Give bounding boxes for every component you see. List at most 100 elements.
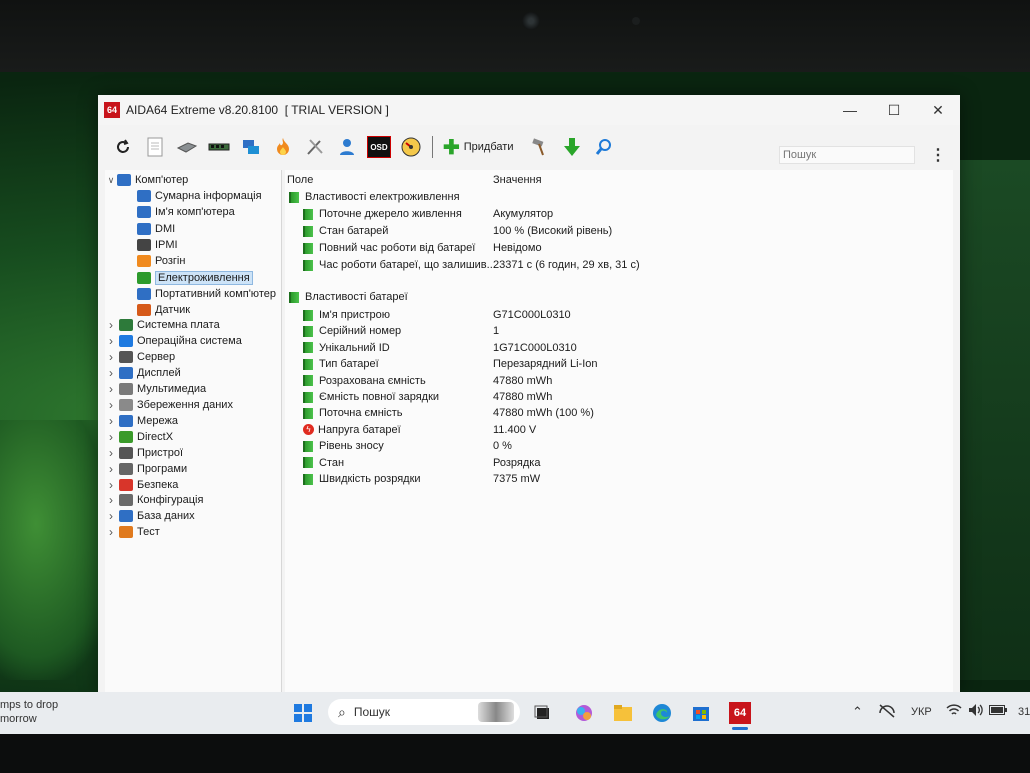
tree-label: DirectX	[137, 430, 174, 443]
chevron-right-icon[interactable]: ›	[105, 509, 117, 523]
property-row[interactable]: Поточне джерело живлення	[303, 206, 462, 222]
tree-item[interactable]: › Збереження даних	[105, 397, 233, 413]
maximize-button[interactable]: ☐	[872, 95, 916, 125]
property-row[interactable]: Стан батарей	[303, 223, 388, 239]
taskbar-search[interactable]: ⌕ Пошук	[328, 699, 520, 725]
tree-item-computer[interactable]: ∨ Комп'ютер	[105, 172, 188, 188]
chevron-right-icon[interactable]: ›	[105, 334, 117, 348]
battery-icon[interactable]	[989, 705, 1007, 718]
tree-item[interactable]: › Дисплей	[105, 365, 181, 381]
more-options-icon[interactable]: ⋮	[930, 145, 946, 165]
tree-label: Системна плата	[137, 319, 220, 331]
tree-item[interactable]: › База даних	[105, 508, 195, 524]
chevron-right-icon[interactable]: ›	[105, 318, 117, 332]
chevron-right-icon[interactable]: ›	[105, 350, 117, 364]
language-indicator[interactable]: УКР	[911, 706, 932, 718]
chevron-right-icon[interactable]: ›	[105, 382, 117, 396]
tree-item[interactable]: › Тест	[105, 524, 160, 540]
osd-icon[interactable]: OSD	[364, 132, 394, 162]
aida64-logo-icon: 64	[104, 102, 120, 118]
tree-item[interactable]: Сумарна інформація	[137, 188, 262, 204]
chevron-right-icon[interactable]: ›	[105, 493, 117, 507]
weather-widget[interactable]: mps to drop morrow	[0, 698, 58, 726]
copilot-icon[interactable]	[573, 702, 595, 724]
tree-item[interactable]: Ім'я комп'ютера	[137, 204, 235, 220]
tree-item[interactable]: Електроживлення	[137, 270, 253, 286]
memory-icon[interactable]	[204, 132, 234, 162]
property-row[interactable]: Час роботи батареї, що залишив...	[303, 257, 496, 273]
property-row[interactable]: Поточна ємність	[303, 405, 403, 421]
hammer-icon[interactable]	[525, 132, 555, 162]
search-input[interactable]	[779, 146, 915, 164]
property-row[interactable]: ϟ Напруга батареї	[303, 422, 401, 438]
property-row[interactable]: Тип батареї	[303, 356, 379, 372]
close-button[interactable]: ✕	[916, 95, 960, 125]
tree-item[interactable]: › Операційна система	[105, 333, 242, 349]
tree-item[interactable]: › DirectX	[105, 429, 173, 445]
property-row[interactable]: Розрахована ємність	[303, 373, 426, 389]
tree-item[interactable]: Портативний комп'ютер	[137, 286, 276, 302]
minimize-button[interactable]: —	[828, 95, 872, 125]
start-menu-icon[interactable]	[292, 702, 314, 724]
title-bar[interactable]: 64 AIDA64 Extreme v8.20.8100 [ TRIAL VER…	[98, 95, 960, 125]
tree-item[interactable]: › Системна плата	[105, 317, 220, 333]
chevron-right-icon[interactable]: ›	[105, 414, 117, 428]
flame-icon[interactable]	[268, 132, 298, 162]
microsoft-store-icon[interactable]	[690, 702, 712, 724]
tree-item[interactable]: DMI	[137, 221, 175, 237]
chevron-right-icon[interactable]: ›	[105, 462, 117, 476]
property-row[interactable]: Унікальний ID	[303, 340, 390, 356]
property-value: 23371 с (6 годин, 29 хв, 31 с)	[493, 259, 640, 271]
tree-item[interactable]: › Програми	[105, 461, 187, 477]
gauge-icon[interactable]	[396, 132, 426, 162]
user-icon[interactable]	[332, 132, 362, 162]
edge-browser-icon[interactable]	[651, 702, 673, 724]
buy-button[interactable]: ✚ Придбати	[439, 132, 517, 162]
property-row[interactable]: Повний час роботи від батареї	[303, 240, 475, 256]
download-icon[interactable]	[557, 132, 587, 162]
property-row[interactable]: Серійний номер	[303, 323, 401, 339]
column-header-field[interactable]: Поле	[287, 174, 313, 186]
property-row[interactable]: Стан	[303, 455, 344, 471]
property-row[interactable]: Рівень зносу	[303, 438, 384, 454]
report-icon[interactable]	[140, 132, 170, 162]
clock-fragment[interactable]: 31	[1018, 706, 1030, 718]
motherboard-icon[interactable]	[172, 132, 202, 162]
column-header-value[interactable]: Значення	[493, 174, 542, 186]
network-icon[interactable]	[236, 132, 266, 162]
wifi-icon[interactable]	[946, 703, 962, 720]
tree-item[interactable]: Датчик	[137, 302, 190, 318]
chevron-right-icon[interactable]: ›	[105, 525, 117, 539]
tree-item[interactable]: › Безпека	[105, 477, 178, 493]
volume-icon[interactable]	[968, 703, 984, 720]
chevron-right-icon[interactable]: ›	[105, 478, 117, 492]
offline-icon[interactable]	[878, 703, 896, 722]
refresh-icon[interactable]	[108, 132, 138, 162]
task-view-icon[interactable]	[532, 702, 554, 724]
aida64-taskbar-icon[interactable]: 64	[729, 702, 751, 724]
property-row[interactable]: Ємність повної зарядки	[303, 389, 439, 405]
tree-item[interactable]: › Конфігурація	[105, 492, 203, 508]
chevron-right-icon[interactable]: ›	[105, 446, 117, 460]
tree-item[interactable]: › Сервер	[105, 349, 175, 365]
chevron-right-icon[interactable]: ›	[105, 366, 117, 380]
file-explorer-icon[interactable]	[612, 702, 634, 724]
search-icon[interactable]	[589, 132, 619, 162]
directx-icon	[119, 430, 133, 443]
chevron-right-icon[interactable]: ›	[105, 430, 117, 444]
tree-item[interactable]: › Пристрої	[105, 445, 183, 461]
tree-item[interactable]: Розгін	[137, 253, 185, 269]
tree-item[interactable]: IPMI	[137, 237, 178, 253]
tree-item[interactable]: › Мережа	[105, 413, 178, 429]
property-field: Розрахована ємність	[319, 374, 426, 387]
widget-line-2: morrow	[0, 713, 37, 725]
chevron-up-icon[interactable]: ⌃	[852, 704, 863, 720]
database-icon	[119, 510, 133, 523]
property-row[interactable]: Ім'я пристрою	[303, 307, 390, 323]
tools-icon[interactable]	[300, 132, 330, 162]
laptop-bezel-top	[0, 0, 1030, 80]
chevron-right-icon[interactable]: ›	[105, 398, 117, 412]
property-row[interactable]: Швидкість розрядки	[303, 471, 421, 487]
tree-item[interactable]: › Мультимедиа	[105, 381, 206, 397]
chevron-down-icon[interactable]: ∨	[105, 175, 117, 186]
